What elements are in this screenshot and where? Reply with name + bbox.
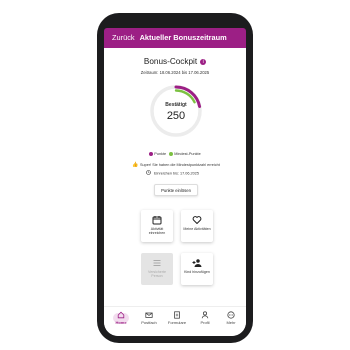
my-activities-label: Meine Aktivitäten (183, 227, 211, 231)
info-icon[interactable]: i (200, 58, 207, 65)
nav-profile-label: Profil (200, 320, 210, 325)
nav-home-label: Home (115, 320, 127, 325)
volume-button (97, 115, 100, 139)
side-button (250, 90, 253, 124)
nav-mailbox[interactable]: Postfach (135, 311, 163, 325)
nav-more[interactable]: Mehr (217, 311, 245, 325)
insured-person-tile: Versicherte Person (141, 253, 173, 285)
add-person-icon (192, 259, 202, 267)
points-legend-dot (149, 152, 154, 156)
document-icon (174, 311, 180, 319)
bottom-navigation: Home Postfach Formulare Profil Mehr (104, 306, 246, 336)
home-icon (117, 311, 125, 319)
nav-more-label: Mehr (226, 320, 236, 325)
add-child-label: Kind hinzufügen (184, 270, 210, 274)
minimum-reached-message: 👍 Super! Sie haben die Mindestpunktzahl e… (132, 162, 220, 168)
minimum-legend-label: Mindest-Punkte (174, 152, 201, 156)
submit-deadline-text: Einreichen bis: 17.06.2025 (154, 171, 199, 176)
ring-legend: Punkte Mindest-Punkte (104, 152, 246, 156)
calendar-icon (152, 216, 162, 225)
cockpit-title: Bonus-Cockpit i (104, 57, 246, 66)
nav-profile[interactable]: Profil (191, 311, 219, 325)
clock-icon (146, 170, 152, 177)
more-icon (227, 311, 235, 319)
bonus-period: Zeitraum: 18.06.2024 bis 17.06.2025 (140, 70, 210, 75)
nav-home[interactable]: Home (107, 311, 135, 325)
minimum-reached-text: Super! Sie haben die Mindestpunktzahl er… (140, 163, 220, 167)
status-label: Bestätigt (165, 102, 187, 108)
points-legend-label: Punkte (154, 152, 167, 156)
person-icon (201, 311, 209, 319)
app-header: Zurück Aktueller Bonuszeitraum (104, 28, 246, 48)
minimum-legend-dot (169, 152, 174, 156)
thumbs-up-icon: 👍 (132, 162, 139, 168)
cockpit-title-text: Bonus-Cockpit (143, 57, 198, 66)
list-icon (153, 260, 161, 266)
mail-icon (145, 312, 153, 318)
add-child-tile[interactable]: Kind hinzufügen (181, 253, 213, 285)
my-activities-tile[interactable]: Meine Aktivitäten (181, 210, 213, 242)
header-title: Aktueller Bonuszeitraum (139, 33, 227, 42)
submit-activity-tile[interactable]: Aktivität einreichen (141, 210, 173, 242)
nav-forms[interactable]: Formulare (163, 311, 191, 325)
nav-mailbox-label: Postfach (141, 320, 157, 325)
heart-icon (192, 216, 202, 224)
submit-deadline: Einreichen bis: 17.06.2025 (146, 170, 199, 177)
app-screen: Bonus-Cockpit i Zeitraum: 18.06.2024 bis … (104, 30, 246, 336)
back-button[interactable]: Zurück (112, 33, 135, 42)
submit-activity-label: Aktivität einreichen (148, 227, 166, 236)
points-value: 250 (166, 110, 186, 122)
submit-points-button[interactable]: Punkte einlösen (154, 184, 198, 196)
nav-forms-label: Formulare (167, 320, 187, 325)
insured-person-label: Versicherte Person (148, 270, 166, 279)
